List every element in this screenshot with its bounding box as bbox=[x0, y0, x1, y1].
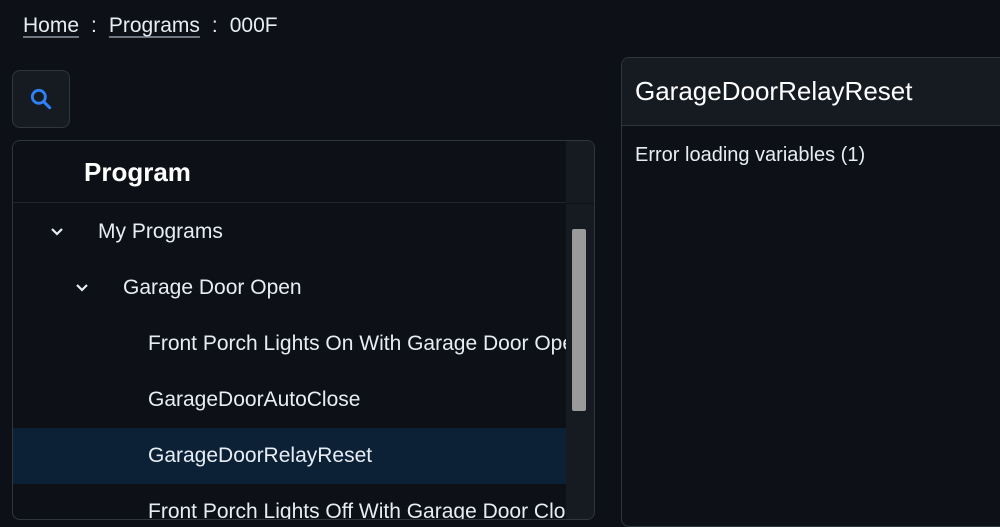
chevron-down-icon[interactable] bbox=[74, 280, 90, 296]
breadcrumb-home-link[interactable]: Home bbox=[23, 14, 79, 38]
detail-error-message: Error loading variables (1) bbox=[635, 144, 866, 166]
breadcrumb-separator: : bbox=[211, 14, 218, 37]
breadcrumb-current: 000F bbox=[229, 14, 278, 37]
tree-item-program-selected[interactable]: GarageDoorRelayReset bbox=[13, 428, 568, 484]
program-tree-panel: Program My Programs Garage Door Open Fro… bbox=[12, 140, 595, 520]
tree-folder-my-programs[interactable]: My Programs bbox=[13, 204, 568, 260]
tree-list: My Programs Garage Door Open Front Porch… bbox=[13, 204, 568, 519]
breadcrumb-separator: : bbox=[91, 14, 97, 37]
tree-scrollbar-thumb[interactable] bbox=[572, 229, 586, 411]
tree-row-label: My Programs bbox=[98, 220, 223, 243]
tree-row-label: GarageDoorAutoClose bbox=[148, 388, 361, 411]
detail-title: GarageDoorRelayReset bbox=[622, 58, 1000, 126]
program-detail-panel: GarageDoorRelayReset Error loading varia… bbox=[621, 57, 1000, 527]
breadcrumb-programs-link[interactable]: Programs bbox=[109, 14, 200, 38]
tree-row-label: Front Porch Lights Off With Garage Door … bbox=[148, 500, 568, 519]
search-icon bbox=[30, 88, 52, 110]
tree-row-label: Garage Door Open bbox=[123, 276, 302, 299]
tree-header-title: Program bbox=[84, 157, 191, 187]
tree-scrollbar[interactable] bbox=[566, 204, 594, 519]
tree-header: Program bbox=[13, 141, 594, 203]
search-button[interactable] bbox=[12, 70, 70, 128]
tree-row-label: Front Porch Lights On With Garage Door O… bbox=[148, 332, 568, 355]
tree-item-program[interactable]: Front Porch Lights Off With Garage Door … bbox=[13, 484, 568, 519]
breadcrumb: Home : Programs : 000F bbox=[23, 14, 278, 38]
chevron-down-icon[interactable] bbox=[49, 224, 65, 240]
tree-folder-garage-door-open[interactable]: Garage Door Open bbox=[13, 260, 568, 316]
tree-item-program[interactable]: GarageDoorAutoClose bbox=[13, 372, 568, 428]
tree-item-program[interactable]: Front Porch Lights On With Garage Door O… bbox=[13, 316, 568, 372]
tree-header-scroll-gutter bbox=[566, 141, 594, 203]
tree-row-label: GarageDoorRelayReset bbox=[148, 444, 373, 467]
